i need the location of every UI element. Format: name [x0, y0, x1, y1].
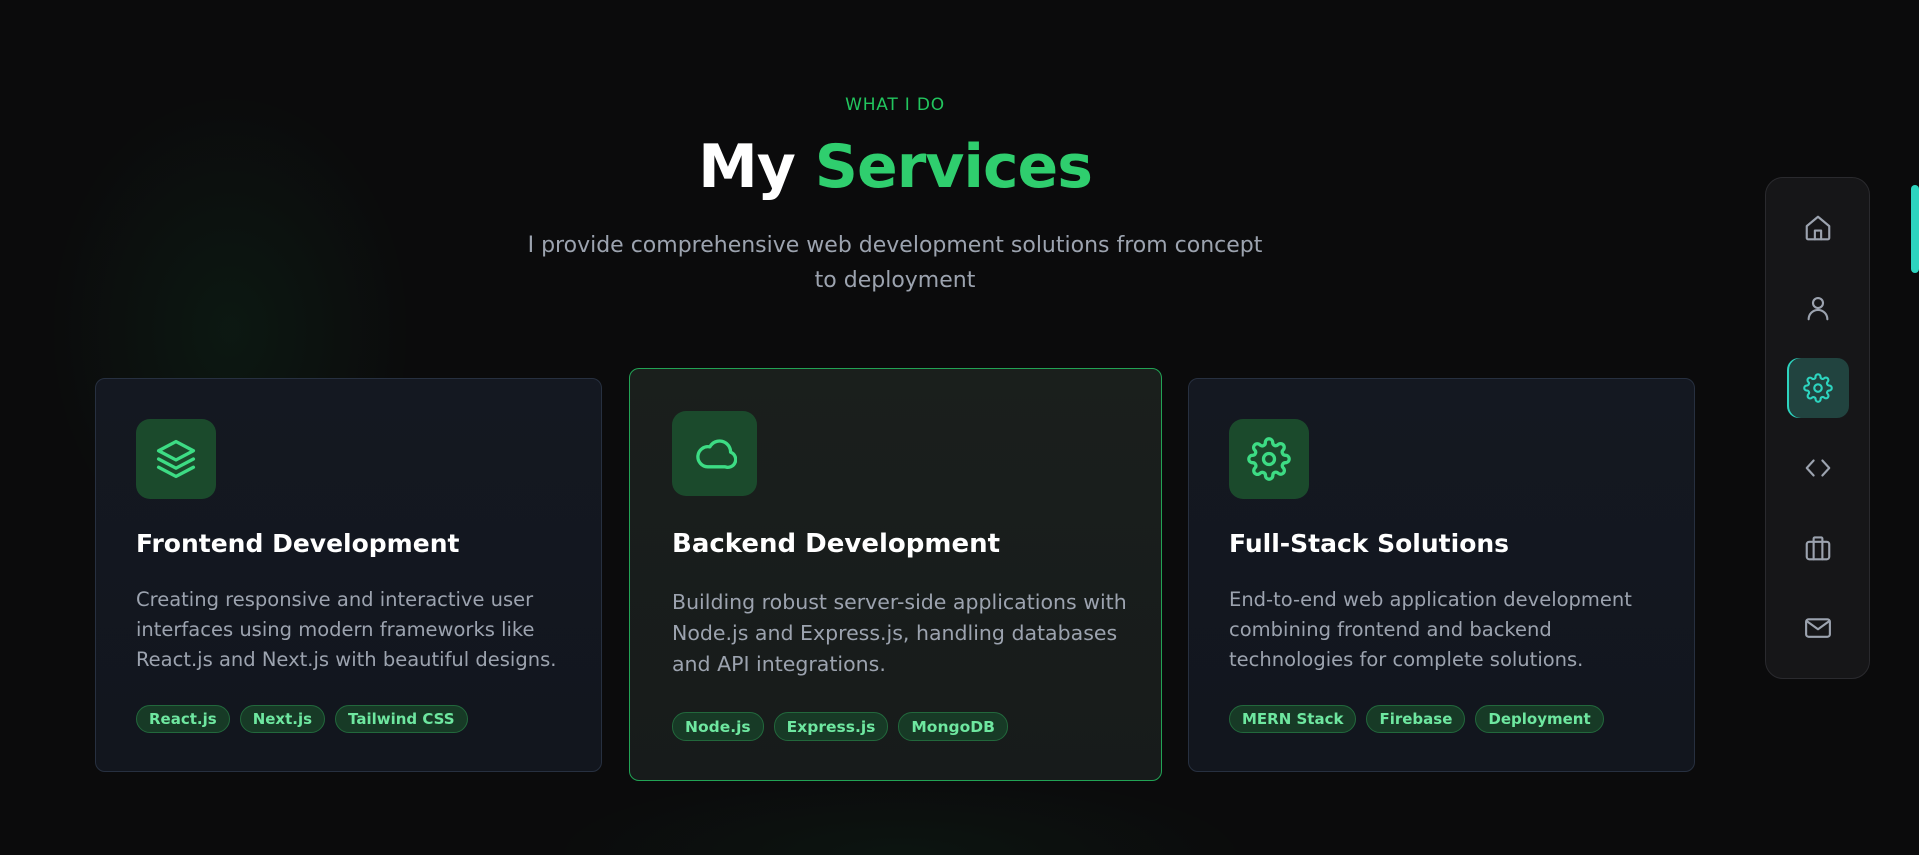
- nav-services-button[interactable]: [1787, 358, 1849, 418]
- code-icon: [1805, 459, 1831, 477]
- service-description: End-to-end web application development c…: [1229, 588, 1632, 671]
- tech-tag: MongoDB: [898, 712, 1008, 741]
- mail-icon: [1805, 618, 1831, 638]
- service-card-fullstack[interactable]: Full-Stack Solutions End-to-end web appl…: [1188, 378, 1695, 772]
- tech-tag: Tailwind CSS: [335, 705, 468, 733]
- service-title: Backend Development: [672, 529, 1001, 559]
- service-description: Building robust server-side applications…: [672, 590, 1127, 676]
- scrollbar-track[interactable]: [1909, 0, 1919, 855]
- gear-icon: [1229, 419, 1309, 499]
- tech-tag: Express.js: [773, 712, 889, 741]
- home-icon: [1805, 215, 1831, 241]
- nav-about-button[interactable]: [1787, 278, 1849, 338]
- tech-tag: Node.js: [672, 712, 764, 741]
- section-title: My Services: [0, 130, 1790, 204]
- tech-tag: React.js: [136, 705, 230, 733]
- tech-tag: Firebase: [1366, 705, 1466, 733]
- layers-icon: [136, 419, 216, 499]
- side-nav: [1765, 177, 1870, 679]
- gear-icon: [1803, 373, 1833, 403]
- briefcase-icon: [1805, 536, 1831, 561]
- nav-home-button[interactable]: [1787, 198, 1849, 258]
- tech-tag: MERN Stack: [1229, 705, 1357, 733]
- section-subtitle: I provide comprehensive web development …: [527, 233, 1263, 293]
- tech-tags: Node.js Express.js MongoDB: [672, 712, 1008, 741]
- scrollbar-thumb[interactable]: [1911, 185, 1919, 273]
- tech-tags: React.js Next.js Tailwind CSS: [136, 705, 468, 733]
- service-card-frontend[interactable]: Frontend Development Creating responsive…: [95, 378, 602, 772]
- service-card-backend[interactable]: Backend Development Building robust serv…: [629, 368, 1162, 781]
- cloud-icon: [672, 411, 757, 496]
- tech-tag: Next.js: [239, 705, 326, 733]
- nav-projects-button[interactable]: [1787, 438, 1849, 498]
- service-title: Frontend Development: [136, 529, 460, 558]
- title-accent: Services: [814, 132, 1093, 202]
- user-icon: [1807, 296, 1829, 321]
- service-description: Creating responsive and interactive user…: [136, 588, 557, 671]
- title-plain: My: [698, 132, 796, 202]
- section-eyebrow: WHAT I DO: [845, 95, 945, 115]
- nav-contact-button[interactable]: [1787, 598, 1849, 658]
- nav-experience-button[interactable]: [1787, 518, 1849, 578]
- tech-tags: MERN Stack Firebase Deployment: [1229, 705, 1604, 733]
- tech-tag: Deployment: [1475, 705, 1604, 733]
- service-title: Full-Stack Solutions: [1229, 529, 1510, 558]
